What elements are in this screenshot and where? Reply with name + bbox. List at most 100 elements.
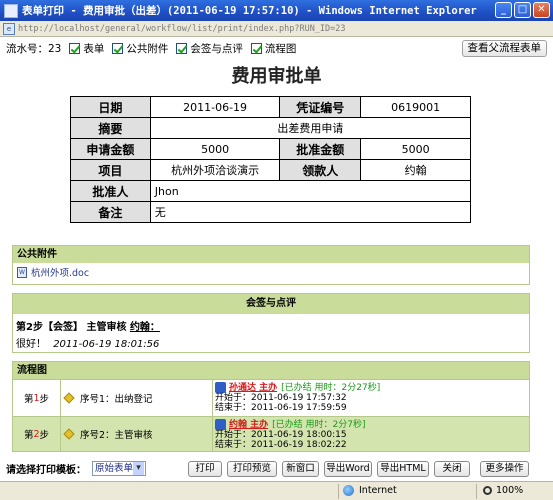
close-window-button[interactable]: ✕ [533, 2, 550, 18]
handler-state: [已办结 用时：2分7秒] [272, 419, 366, 430]
attach-checkbox-label: 公共附件 [126, 42, 169, 55]
flowchart-header: 流程图 [13, 362, 529, 379]
voucher-label: 凭证编号 [279, 96, 362, 118]
more-actions-button[interactable]: 更多操作 [480, 461, 529, 477]
user-icon [215, 419, 226, 430]
zoom-control[interactable]: 100% [483, 485, 523, 496]
flow-step-name: 序号2：主管审核 [61, 417, 213, 451]
print-preview-button[interactable]: 打印预览 [227, 461, 277, 477]
window-title: 表单打印 - 费用审批（出差）(2011-06-19 17:57:10) - W… [22, 5, 477, 17]
status-divider [476, 484, 477, 499]
project-value: 杭州外项洽谈演示 [149, 159, 281, 181]
status-divider [338, 484, 339, 499]
form-row-remark: 备注 无 [70, 201, 472, 223]
step-end-time: 结束于：2011-06-19 18:02:22 [215, 440, 347, 450]
step-name-text: 序号2：主管审核 [80, 430, 153, 441]
date-label: 日期 [70, 96, 151, 118]
template-label: 请选择打印模板： [6, 464, 86, 476]
summary-value: 出差费用申请 [149, 117, 472, 139]
attach-checkbox[interactable] [112, 42, 124, 54]
voucher-value: 0619001 [360, 96, 471, 118]
step-start-time: 开始于：2011-06-19 18:00:15 [215, 430, 347, 440]
sign-comment: 很好！ [16, 339, 46, 350]
sign-checkbox[interactable] [176, 42, 188, 54]
payee-label: 领款人 [279, 159, 362, 181]
form-row-project: 项目 杭州外项洽谈演示 领款人 约翰 [70, 159, 471, 181]
status-bar: Internet 100% [0, 481, 553, 500]
form-row-summary: 摘要 出差费用申请 [70, 117, 472, 139]
sign-header: 会签与点评 [13, 294, 529, 314]
form-row-date: 日期 2011-06-19 凭证编号 0619001 [70, 96, 471, 118]
word-doc-icon: W [17, 266, 27, 278]
step-prefix: 第 [23, 430, 34, 441]
expense-form-table: 日期 2011-06-19 凭证编号 0619001 摘要 出差费用申请 申请金… [70, 96, 472, 223]
flowchart-checkbox[interactable] [250, 42, 262, 54]
attachment-item: W 杭州外项.doc [13, 263, 529, 281]
maximize-button[interactable]: □ [514, 2, 531, 18]
step-name-text: 序号1：出纳登记 [80, 394, 153, 405]
step-end-time: 结束于：2011-06-19 17:59:59 [215, 403, 347, 413]
print-button[interactable]: 打印 [188, 461, 222, 477]
handler-name[interactable]: 约翰 主办 [229, 420, 268, 430]
window-controls: _ □ ✕ [495, 2, 550, 18]
minimize-button[interactable]: _ [495, 2, 512, 18]
approved-amount-value: 5000 [360, 138, 471, 160]
date-value: 2011-06-19 [149, 96, 281, 118]
remark-value: 无 [149, 201, 472, 223]
form-checkbox-label: 表单 [83, 42, 105, 55]
approver-label: 批准人 [70, 180, 151, 202]
approved-amount-label: 批准金额 [279, 138, 362, 160]
handler-name[interactable]: 孙通达 主办 [229, 383, 277, 393]
page-title: 费用审批单 [231, 66, 322, 87]
step-prefix: 第 [23, 394, 34, 405]
requested-amount-value: 5000 [149, 138, 281, 160]
sign-user: 约翰： [129, 322, 160, 333]
handler-state: [已办结 用时：2分27秒] [281, 382, 381, 393]
sign-panel: 会签与点评 第2步【会签】 主管审核 约翰： 很好！ 2011-06-19 18… [12, 293, 530, 353]
flowchart-checkbox-label: 流程图 [264, 42, 297, 55]
template-select[interactable]: 原始表单 [92, 460, 146, 476]
user-icon [215, 382, 226, 393]
new-window-button[interactable]: 新窗口 [282, 461, 319, 477]
close-button[interactable]: 关闭 [434, 461, 470, 477]
sign-checkbox-label: 会签与点评 [190, 42, 243, 55]
attachments-panel: 公共附件 W 杭州外项.doc [12, 245, 530, 285]
window-titlebar: 表单打印 - 费用审批（出差）(2011-06-19 17:57:10) - W… [0, 0, 553, 21]
flow-step-number: 第1步 [13, 380, 61, 416]
sign-step-text: 第2步【会签】 主管审核 [16, 322, 127, 333]
payee-value: 约翰 [360, 159, 471, 181]
export-word-button[interactable]: 导出Word [324, 461, 372, 477]
flow-step-number: 第2步 [13, 417, 61, 451]
attachment-link[interactable]: 杭州外项.doc [31, 265, 89, 279]
flow-step-row: 第1步 序号1：出纳登记 孙通达 主办 [已办结 用时：2分27秒] 开始于：2… [13, 379, 529, 416]
step-suffix: 步 [39, 430, 50, 441]
address-bar[interactable]: e http://localhost/general/workflow/list… [0, 21, 553, 37]
flow-number: 流水号：23 [6, 42, 62, 55]
export-html-button[interactable]: 导出HTML [377, 461, 429, 477]
flow-step-detail: 孙通达 主办 [已办结 用时：2分27秒] 开始于：2011-06-19 17:… [213, 380, 529, 416]
form-print-icon [4, 3, 18, 18]
form-checkbox[interactable] [69, 42, 81, 54]
ie-page-icon: e [3, 22, 15, 35]
globe-icon [343, 485, 354, 496]
zone-text: Internet [359, 485, 397, 496]
step-handler: 约翰 主办 [已办结 用时：2分7秒] [215, 419, 529, 430]
step-diamond-icon [63, 428, 75, 440]
step-handler: 孙通达 主办 [已办结 用时：2分27秒] [215, 382, 529, 393]
attachments-header: 公共附件 [13, 246, 529, 263]
approver-value: Jhon [149, 180, 472, 202]
zoom-icon [483, 486, 492, 495]
summary-label: 摘要 [70, 117, 151, 139]
zoom-level[interactable]: 100% [496, 485, 523, 496]
sign-comment-line: 很好！ 2011-06-19 18:01:56 [13, 333, 529, 350]
flow-step-detail: 约翰 主办 [已办结 用时：2分7秒] 开始于：2011-06-19 18:00… [213, 417, 529, 451]
project-label: 项目 [70, 159, 151, 181]
security-zone: Internet [343, 485, 397, 496]
requested-amount-label: 申请金额 [70, 138, 151, 160]
view-parent-form-button[interactable]: 查看父流程表单 [461, 40, 547, 57]
url-text[interactable]: http://localhost/general/workflow/list/p… [18, 24, 346, 34]
form-row-approver: 批准人 Jhon [70, 180, 472, 202]
step-diamond-icon [63, 392, 75, 404]
sign-time: 2011-06-19 18:01:56 [53, 339, 160, 350]
step-suffix: 步 [39, 394, 50, 405]
